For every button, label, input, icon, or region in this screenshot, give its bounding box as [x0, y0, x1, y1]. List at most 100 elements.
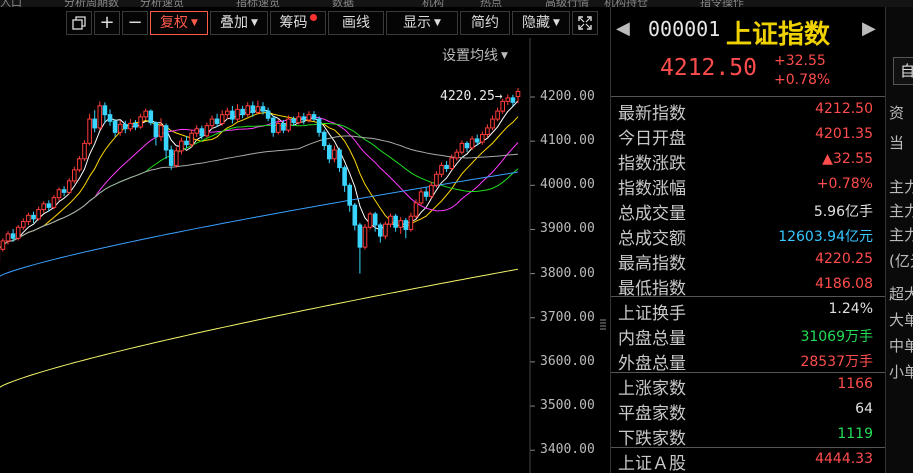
- candle-body: [225, 110, 230, 116]
- ma120-line: [0, 171, 519, 277]
- candle-body: [281, 122, 286, 131]
- quote-row: 平盘家数 64: [611, 399, 877, 424]
- kline-chart[interactable]: [0, 7, 604, 473]
- quote-row-value: 12603.94亿元: [778, 229, 873, 245]
- ma20-line: [0, 116, 519, 249]
- panel-divider: [611, 96, 885, 97]
- zoom-in-button[interactable]: +: [94, 11, 120, 35]
- quote-row-label: 上涨家数: [618, 379, 686, 399]
- kline-chart-area[interactable]: [0, 7, 604, 473]
- candle-body: [230, 110, 235, 120]
- candle-body: [418, 191, 424, 204]
- candle-body: [245, 105, 250, 116]
- candle-body: [0, 240, 6, 250]
- candle-body: [66, 180, 72, 193]
- quote-row-label: 总成交量: [618, 204, 686, 224]
- candle-body: [505, 97, 511, 102]
- top-menu-item[interactable]: 数据: [332, 0, 354, 7]
- fuquan-label: 复权: [160, 15, 189, 31]
- candle-body: [5, 233, 11, 242]
- max-price-marker: 4220.25→: [440, 89, 503, 104]
- side-strip-label: 中单: [889, 337, 913, 355]
- quote-row-label: 最新指数: [618, 104, 686, 124]
- candle-body: [189, 132, 194, 146]
- y-tick-label: 3900.00: [540, 221, 595, 237]
- candle-body: [46, 203, 52, 208]
- candle-body: [97, 105, 103, 129]
- quote-row-label: 最低指数: [618, 279, 686, 299]
- y-tick-label: 3700.00: [540, 309, 595, 325]
- candle-body: [449, 157, 454, 170]
- diejia-dropdown[interactable]: 叠加 ▼: [210, 11, 268, 35]
- side-panel-button[interactable]: 自: [893, 57, 913, 85]
- top-menu-item[interactable]: 指标速览: [236, 0, 280, 7]
- reset-window-icon[interactable]: [66, 11, 92, 35]
- huaxian-button[interactable]: 画线: [328, 11, 384, 35]
- quote-row-value: 1.24%: [828, 301, 873, 317]
- arrow-right-icon: →: [494, 89, 503, 104]
- candle-body: [429, 184, 434, 197]
- jianyue-button[interactable]: 简约: [460, 11, 510, 35]
- candle-body: [306, 114, 312, 121]
- top-menu-item[interactable]: 机构: [422, 0, 444, 7]
- quote-row: 最新指数 4212.50: [611, 99, 877, 124]
- candle-body: [454, 151, 460, 159]
- quote-row-value: 4201.35: [815, 126, 873, 142]
- quote-row-value: 64: [855, 401, 873, 417]
- candle-body: [342, 167, 347, 186]
- candle-body: [434, 173, 439, 186]
- top-menu-item[interactable]: 指令操作: [700, 0, 744, 7]
- quote-row-label: 平盘家数: [618, 404, 686, 424]
- triangle-left-icon[interactable]: ◀: [616, 18, 630, 39]
- quote-row-value: 28537万手: [800, 354, 873, 370]
- candle-body: [153, 122, 159, 138]
- candle-body: [515, 90, 521, 98]
- quote-row-label: 上证换手: [618, 304, 686, 324]
- candle-body: [112, 120, 118, 133]
- top-menu-item[interactable]: 热点: [480, 0, 502, 7]
- fuquan-dropdown[interactable]: 复权 ▼: [150, 11, 208, 35]
- top-menu-item[interactable]: 高级行情: [545, 0, 589, 7]
- candle-body: [92, 118, 98, 129]
- candle-body: [15, 226, 21, 239]
- zoom-out-button[interactable]: −: [122, 11, 148, 35]
- candle-body: [276, 122, 281, 133]
- axis-resize-handle[interactable]: [599, 318, 607, 332]
- ma60-line: [0, 135, 519, 249]
- chouma-button[interactable]: 筹码: [270, 11, 326, 35]
- candle-body: [148, 110, 154, 124]
- candle-body: [168, 149, 174, 166]
- candle-body: [194, 128, 199, 134]
- fullscreen-icon[interactable]: [572, 11, 598, 35]
- top-menu-item[interactable]: 分析速览: [140, 0, 184, 7]
- candle-body: [21, 221, 26, 228]
- triangle-right-icon[interactable]: ▶: [862, 18, 876, 39]
- candle-body: [347, 184, 352, 206]
- candle-body: [26, 214, 31, 223]
- y-tick-label: 3400.00: [540, 442, 595, 458]
- candle-body: [321, 131, 327, 147]
- candle-body: [357, 224, 363, 248]
- chouma-label: 筹码: [279, 15, 308, 31]
- candle-body: [459, 142, 465, 153]
- current-price: 4212.50: [660, 55, 757, 81]
- top-menu-item[interactable]: 分析周期数: [64, 0, 119, 7]
- top-menu-item[interactable]: 机构持仓: [604, 0, 648, 7]
- quote-row-label: 指数涨跌: [618, 154, 686, 174]
- y-tick-label: 3800.00: [540, 265, 595, 281]
- candle-body: [31, 214, 36, 220]
- quote-row: 最高指数 4220.25: [611, 249, 877, 274]
- top-menu-item[interactable]: 入口: [0, 0, 22, 7]
- candle-body: [311, 114, 317, 120]
- quote-row-label: 最高指数: [618, 254, 686, 274]
- xianshi-dropdown[interactable]: 显示 ▼: [386, 11, 458, 35]
- ma-settings-label: 设置均线: [442, 48, 498, 64]
- yincang-dropdown[interactable]: 隐藏 ▼: [512, 11, 570, 35]
- candle-body: [480, 134, 485, 143]
- candle-body: [260, 106, 266, 112]
- candle-body: [61, 189, 67, 193]
- ma-settings-dropdown[interactable]: 设置均线 ▼: [442, 45, 508, 65]
- side-strip-label: 资: [889, 104, 905, 122]
- quote-row: 指数涨幅 +0.78%: [611, 174, 877, 199]
- y-tick-label: 3600.00: [540, 353, 595, 369]
